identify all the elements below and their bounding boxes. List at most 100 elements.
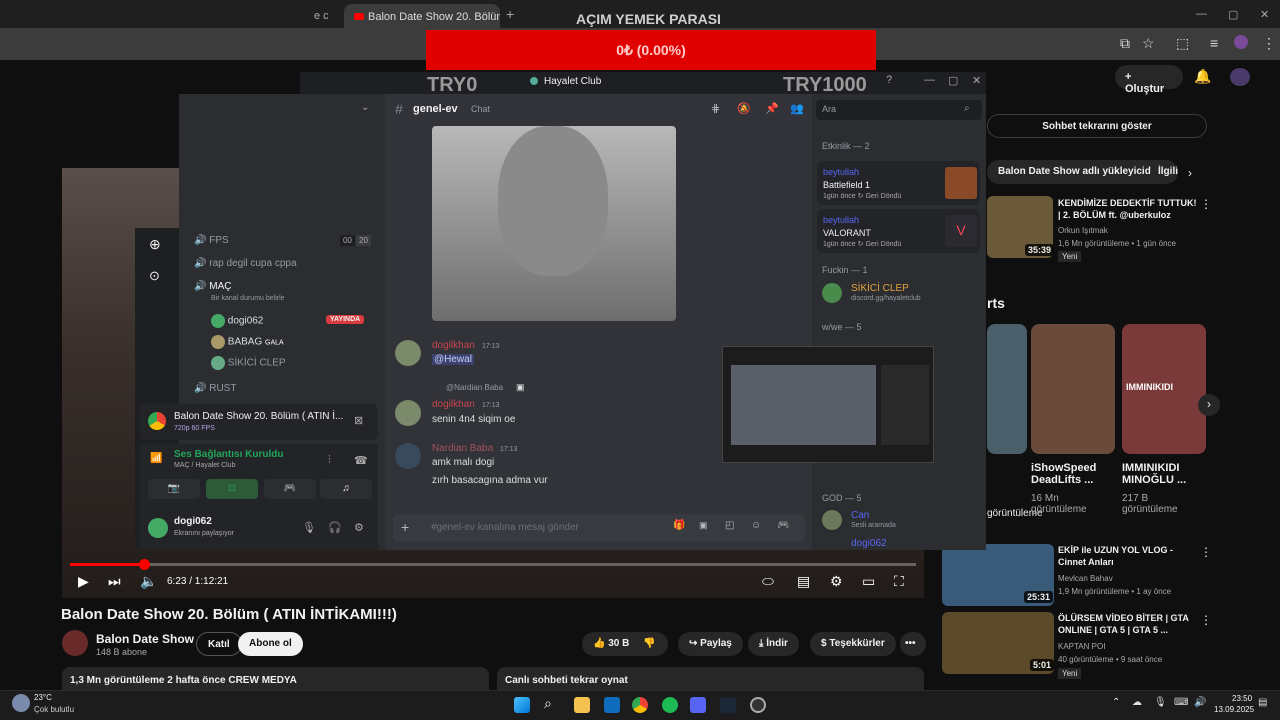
subscribe-button[interactable]: Abone ol [238,632,303,656]
account-avatar[interactable] [1230,68,1250,86]
pin-icon[interactable]: 📌 [765,102,779,115]
activities-button[interactable]: 🎮 [264,479,316,499]
reply-reference[interactable]: @Nardian Baba [446,383,503,392]
chip-uploader[interactable]: Balon Date Show adlı yükleyiciden [987,160,1174,184]
user-settings-icon[interactable]: ⚙ [354,521,364,534]
fullscreen-icon[interactable]: ⛶ [894,573,904,590]
chevron-right-icon[interactable]: › [1188,166,1192,180]
weather-icon[interactable] [12,694,30,712]
download-button[interactable]: ⤓ İndir [748,632,799,656]
add-attachment-icon[interactable]: + [401,519,409,535]
more-actions-button[interactable]: ••• [900,632,926,656]
search-bar[interactable]: Ara ⌕ [816,100,982,120]
channel-avatar[interactable] [62,630,88,656]
channel-name[interactable]: Balon Date Show [96,632,194,646]
emoji-icon[interactable]: ☺ [751,520,761,531]
message-author[interactable]: dogilkhan [432,340,475,351]
more-vert-icon[interactable]: ⋮ [1200,545,1212,559]
camera-off-button[interactable]: 📷 [148,479,200,499]
related-channel[interactable]: KAPTAN POI [1058,642,1105,651]
chevron-down-icon[interactable]: ⌄ [361,102,369,113]
voice-channel-rust[interactable]: 🔊 RUST [194,383,236,394]
maximize-icon[interactable]: ▢ [1228,8,1238,21]
outlook-icon[interactable] [604,697,620,713]
chip-related[interactable]: İlgili [1150,160,1178,184]
notifications-icon[interactable]: ▤ [1258,697,1267,708]
avatar[interactable] [822,510,842,530]
shorts-next-icon[interactable]: › [1198,394,1220,416]
threads-icon[interactable]: ⋕ [711,102,720,115]
disconnect-icon[interactable]: ☎ [354,454,368,467]
steam-icon[interactable] [720,697,736,713]
bookmark-star-icon[interactable]: ☆ [1142,35,1155,52]
voice-location[interactable]: MAÇ / Hayalet Club [174,462,235,469]
avatar[interactable] [822,283,842,303]
activity-user[interactable]: beytullah [823,215,859,225]
voice-channel-mac[interactable]: 🔊 MAÇ [194,281,231,292]
menu-dots-icon[interactable]: ⋮ [1262,35,1276,52]
mute-notifications-icon[interactable]: 🔕 [737,102,751,115]
voice-user-row[interactable]: BABAG GALA [211,335,284,349]
voice-channel-fps[interactable]: 🔊 FPS [194,235,229,246]
thanks-button[interactable]: $ Teşekkürler [810,632,896,656]
message-input[interactable]: #genel-ev kanalına mesaj gönder [431,522,579,533]
sticker-icon[interactable]: ◰ [725,520,734,531]
minimize-icon[interactable]: — [924,74,935,86]
avatar[interactable] [148,518,168,538]
gif-icon[interactable]: ▣ [699,520,708,531]
channel-tab-chat[interactable]: Chat [471,104,490,114]
screen-share-button[interactable]: ⊡ [206,479,258,499]
message-author[interactable]: dogilkhan [432,399,475,410]
microphone-icon[interactable]: 🎙 [302,521,316,534]
create-button[interactable]: + Oluştur [1115,65,1183,95]
member-name[interactable]: Can [851,510,869,521]
activity-user[interactable]: beytullah [823,167,859,177]
tray-overflow-icon[interactable]: ⌃ [1112,697,1120,708]
show-chat-replay-button[interactable]: Sohbet tekrarını göster [987,114,1207,138]
join-button[interactable]: Katıl [196,632,242,656]
more-vert-icon[interactable]: ⋮ [1200,197,1212,211]
profile-avatar[interactable] [1234,35,1248,49]
clock-date[interactable]: 13.09.2025 [1214,705,1254,714]
channel-status-hint[interactable]: Bir kanal durumu belirle [211,295,285,302]
settings-gear-icon[interactable]: ⚙ [830,573,843,590]
soundboard-button[interactable]: ♫ [320,479,372,499]
apps-icon[interactable]: 🎮 [777,520,789,531]
add-server-icon[interactable]: ⊕ [149,236,161,253]
media-icon[interactable]: ≡ [1210,35,1218,51]
theater-mode-icon[interactable]: ▭ [862,573,875,590]
help-icon[interactable]: ? [886,74,892,86]
new-tab-button[interactable]: + [506,6,514,22]
clock-time[interactable]: 23:50 [1232,694,1252,703]
avatar[interactable] [395,443,421,469]
stream-panel[interactable]: Balon Date Show 20. Bölüm ( ATIN İ... 72… [140,404,378,440]
more-vert-icon[interactable]: ⋮ [1200,613,1212,627]
short-thumbnail[interactable]: IMMINIKIDI [1122,324,1206,454]
activity-card[interactable]: beytullah Battlefield 1 1gün önce ↻ Geri… [817,161,980,205]
network-icon[interactable]: ⌨ [1174,697,1188,708]
related-channel[interactable]: Orkun Işıtmak [1058,226,1108,235]
gift-icon[interactable]: 🎁 [673,520,685,531]
notifications-bell-icon[interactable]: 🔔 [1194,68,1211,85]
voice-user-row[interactable]: SİKİCİ CLEP [211,356,286,370]
minimize-icon[interactable]: — [1196,8,1207,20]
subtitles-icon[interactable]: ▤ [797,573,810,590]
member-name[interactable]: SİKİCİ CLEP [851,283,909,294]
maximize-icon[interactable]: ▢ [948,74,958,87]
windows-start-icon[interactable] [514,697,530,713]
close-icon[interactable]: ✕ [1260,8,1269,21]
obs-icon[interactable] [750,697,766,713]
weather-desc[interactable]: Çok bulutlu [34,705,74,714]
file-explorer-icon[interactable] [574,697,590,713]
short-title[interactable]: IMMINIKIDI MINOĞLU ... [1122,462,1207,486]
member-name[interactable]: dogi062 [851,538,887,549]
tab-active[interactable]: Balon Date Show 20. Bölüm ( A✕ [344,4,500,28]
related-channel[interactable]: Mevlcan Bahav [1058,574,1113,583]
headphones-icon[interactable]: 🎧 [328,521,342,534]
discord-icon[interactable] [690,697,706,713]
stop-stream-icon[interactable]: ⊠ [354,414,363,427]
like-button[interactable]: 👍 30 B 👎 [582,632,668,656]
autoplay-toggle[interactable]: ⬭ [762,573,774,590]
related-title[interactable]: KENDİMİZE DEDEKTİF TUTTUK! | 2. BÖLÜM ft… [1058,197,1198,221]
message-input-bar[interactable]: + #genel-ev kanalına mesaj gönder 🎁 ▣ ◰ … [393,514,805,542]
